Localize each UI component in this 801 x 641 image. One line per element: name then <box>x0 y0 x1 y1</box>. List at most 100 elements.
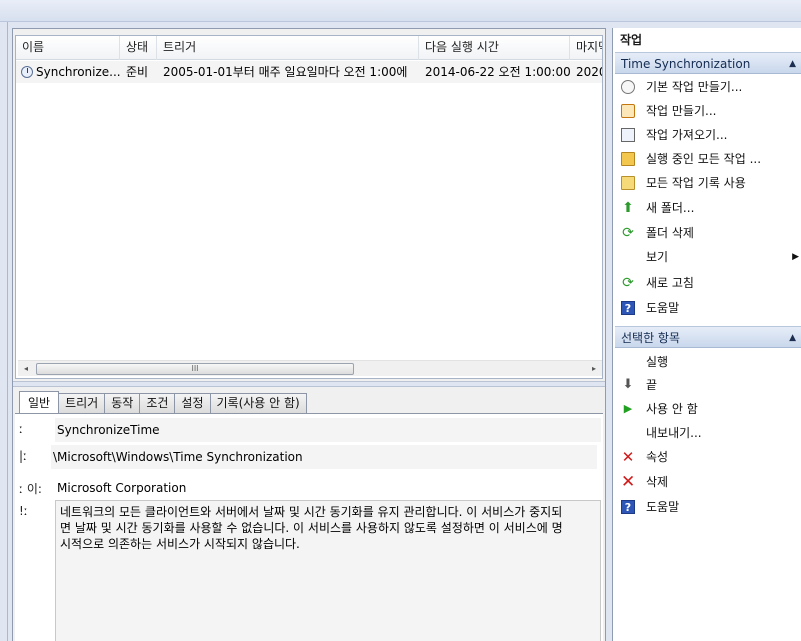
action-help-selected[interactable]: ? 도움말 <box>619 495 799 519</box>
task-author-field[interactable]: Microsoft Corporation <box>55 476 601 500</box>
action-label: 실행 중인 모든 작업 ... <box>646 152 762 166</box>
action-label: 작업 만들기... <box>646 104 717 118</box>
scroll-thumb[interactable]: III <box>36 363 354 375</box>
action-label: 보기 <box>646 250 669 264</box>
action-view[interactable]: 보기 ▶ <box>619 245 799 269</box>
task-name-field[interactable]: SynchronizeTime <box>55 418 601 442</box>
section-title: Time Synchronization <box>621 57 751 71</box>
task-name: Synchronize... <box>36 65 120 79</box>
scroll-left-button[interactable]: ◂ <box>18 361 34 377</box>
window-top-strip <box>0 0 801 22</box>
folder-running-icon <box>621 152 635 166</box>
center-pane: 이름 상태 트리거 다음 실행 시간 마지막 Synchronize... 준비… <box>12 28 606 641</box>
description-line: 면 날짜 및 시간 동기화를 사용할 수 없습니다. 이 서비스를 사용하지 않… <box>60 521 563 535</box>
column-header-trigger[interactable]: 트리거 <box>157 36 419 60</box>
action-label: 새로 고침 <box>646 276 694 290</box>
action-label: 속성 <box>646 450 669 464</box>
green-arrow-icon: ⬆ <box>622 200 634 216</box>
action-label: 도움말 <box>646 301 680 315</box>
tab-settings[interactable]: 설정 <box>174 393 211 413</box>
task-location-field[interactable]: \Microsoft\Windows\Time Synchronization <box>51 445 597 469</box>
tab-general[interactable]: 일반 <box>19 391 60 413</box>
details-tabs: 일반 트리거 동작 조건 설정 기록(사용 안 함) <box>19 391 307 413</box>
action-label: 모든 작업 기록 사용 <box>646 176 746 190</box>
action-help[interactable]: ? 도움말 <box>619 296 799 320</box>
action-delete-folder[interactable]: ⟳ 폴더 삭제 <box>619 221 799 245</box>
name-label: ː <box>19 422 24 436</box>
action-create-basic-task[interactable]: 기본 작업 만들기... <box>619 75 799 99</box>
action-export[interactable]: 내보내기... <box>619 421 799 445</box>
collapse-icon[interactable]: ▲ <box>789 53 796 75</box>
action-running-tasks[interactable]: 실행 중인 모든 작업 ... <box>619 147 799 171</box>
author-label: ː 이: <box>19 482 42 496</box>
collapse-icon[interactable]: ▲ <box>789 327 796 349</box>
actions-title: 작업 <box>613 28 801 50</box>
task-list[interactable]: 이름 상태 트리거 다음 실행 시간 마지막 Synchronize... 준비… <box>15 35 603 379</box>
table-row[interactable]: Synchronize... 준비 2005-01-01부터 매주 일요일마다 … <box>16 61 602 83</box>
description-line: 시적으로 의존하는 서비스가 시작되지 않습니다. <box>60 537 300 551</box>
tab-actions[interactable]: 동작 <box>104 393 141 413</box>
clock-icon <box>621 80 635 94</box>
action-enable-history[interactable]: 모든 작업 기록 사용 <box>619 171 799 195</box>
action-label: 끝 <box>646 378 658 392</box>
section-title: 선택한 항목 <box>621 331 681 345</box>
actions-pane: 작업 Time Synchronization ▲ 기본 작업 만들기... 작… <box>612 28 801 641</box>
column-header-status[interactable]: 상태 <box>120 36 157 60</box>
tab-conditions[interactable]: 조건 <box>139 393 176 413</box>
action-label: 폴더 삭제 <box>646 226 694 240</box>
scroll-right-button[interactable]: ▸ <box>586 361 602 377</box>
tab-history[interactable]: 기록(사용 안 함) <box>209 393 307 413</box>
action-new-folder[interactable]: ⬆ 새 폴더... <box>619 196 799 220</box>
column-header-last-run[interactable]: 마지막 <box>570 36 602 60</box>
action-label: 사용 안 함 <box>646 402 698 416</box>
task-trigger: 2005-01-01부터 매주 일요일마다 오전 1:00에 <box>163 65 408 79</box>
help-icon: ? <box>621 500 635 514</box>
section-header-selected-item[interactable]: 선택한 항목 ▲ <box>615 326 801 348</box>
refresh-icon: ⟳ <box>622 275 634 291</box>
action-label: 새 폴더... <box>646 201 695 215</box>
red-x-icon: ✕ <box>621 448 635 466</box>
section-header-time-synchronization[interactable]: Time Synchronization ▲ <box>615 52 801 74</box>
task-last-run: 2020- <box>576 65 602 79</box>
action-label: 도움말 <box>646 500 680 514</box>
import-icon <box>621 128 635 142</box>
column-header-name[interactable]: 이름 <box>16 36 120 60</box>
action-disable[interactable]: ▶ 사용 안 함 <box>619 397 799 421</box>
action-label: 작업 가져오기... <box>646 128 728 142</box>
left-splitter[interactable] <box>0 22 8 641</box>
task-name-cell: Synchronize... <box>16 61 120 83</box>
action-delete[interactable]: ✕ 삭제 <box>619 470 799 494</box>
folder-icon <box>621 176 635 190</box>
tab-triggers[interactable]: 트리거 <box>58 393 106 413</box>
action-label: 실행 <box>646 355 669 369</box>
pane-splitter[interactable] <box>13 381 605 387</box>
task-next-run: 2014-06-22 오전 1:00:00 <box>425 65 570 79</box>
task-list-header: 이름 상태 트리거 다음 실행 시간 마지막 <box>16 36 602 60</box>
action-properties[interactable]: ✕ 속성 <box>619 445 799 469</box>
action-create-task[interactable]: 작업 만들기... <box>619 99 799 123</box>
action-label: 기본 작업 만들기... <box>646 80 743 94</box>
play-icon: ▶ <box>623 402 633 415</box>
action-label: 내보내기... <box>646 426 702 440</box>
clock-create-icon <box>621 104 635 118</box>
horizontal-scrollbar[interactable]: ◂ III ▸ <box>18 360 602 376</box>
action-import-task[interactable]: 작업 가져오기... <box>619 123 799 147</box>
task-status: 준비 <box>126 65 149 79</box>
action-label: 삭제 <box>646 475 669 489</box>
general-tab-page: ː SynchronizeTime |ː \Microsoft\Windows\… <box>15 413 603 641</box>
down-arrow-icon: ⬇ <box>622 377 634 392</box>
action-end[interactable]: ⬇ 끝 <box>619 373 799 397</box>
delete-icon: ✕ <box>621 472 636 492</box>
submenu-arrow-icon: ▶ <box>792 252 799 262</box>
task-details: 일반 트리거 동작 조건 설정 기록(사용 안 함) ː Synchronize… <box>13 389 605 641</box>
description-label: !ː <box>19 504 28 518</box>
action-run[interactable]: 실행 <box>619 350 799 374</box>
action-refresh[interactable]: ⟳ 새로 고침 <box>619 271 799 295</box>
green-refresh-icon: ⟳ <box>622 225 634 241</box>
clock-icon <box>21 66 33 78</box>
location-label: |ː <box>19 449 28 463</box>
task-description-field[interactable]: 네트워크의 모든 클라이언트와 서버에서 날짜 및 시간 동기화를 유지 관리합… <box>55 500 601 641</box>
description-line: 네트워크의 모든 클라이언트와 서버에서 날짜 및 시간 동기화를 유지 관리합… <box>60 505 563 519</box>
column-header-next-run[interactable]: 다음 실행 시간 <box>419 36 570 60</box>
help-icon: ? <box>621 301 635 315</box>
